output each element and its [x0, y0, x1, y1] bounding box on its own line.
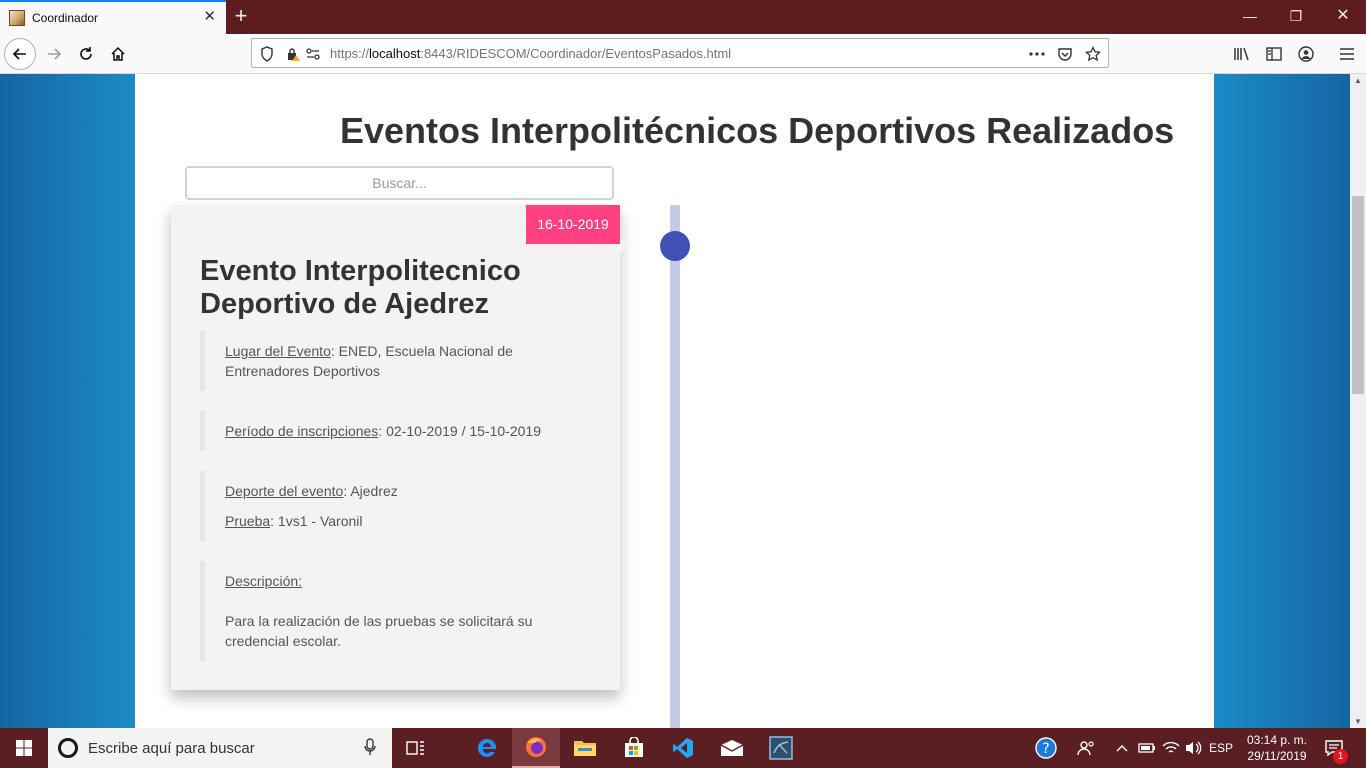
forward-button[interactable] [38, 38, 70, 70]
shield-icon[interactable] [258, 45, 276, 63]
more-icon[interactable] [1028, 45, 1046, 63]
tab-title: Coordinador [32, 11, 99, 25]
window-maximize-button[interactable]: ❐ [1273, 0, 1319, 32]
home-icon [111, 46, 125, 61]
clock-time: 03:14 p. m. [1246, 733, 1308, 747]
browser-tab-coordinador[interactable]: Coordinador ✕ [0, 0, 226, 34]
tab-close-icon[interactable]: ✕ [203, 9, 216, 25]
test-value: : 1vs1 - Varonil [270, 513, 363, 529]
mysql-workbench-icon [769, 736, 793, 760]
event-title: Evento Interpolitecnico Deportivo de Aje… [200, 255, 521, 320]
page-scrollbar[interactable]: ▲ ▼ [1350, 74, 1366, 728]
input-language[interactable]: ESP [1208, 738, 1234, 758]
back-button[interactable] [4, 38, 36, 70]
microphone-icon[interactable] [364, 738, 376, 761]
svg-text:?: ? [1042, 741, 1049, 757]
taskbar-store[interactable] [610, 728, 658, 768]
registration-label: Período de inscripciones [225, 423, 379, 439]
event-card: 16-10-2019 Evento Interpolitecnico Depor… [171, 205, 632, 690]
event-registration-block: Período de inscripciones: 02-10-2019 / 1… [200, 411, 600, 451]
reload-icon [80, 47, 92, 60]
notification-count-badge: 1 [1333, 749, 1348, 764]
battery-icon[interactable] [1138, 738, 1156, 758]
description-text: Para la realización de las pruebas se so… [225, 613, 533, 649]
taskbar-mysql-workbench[interactable] [757, 728, 805, 768]
windows-taskbar: Escribe aquí para buscar ? ESP 03:14 p. … [0, 728, 1366, 768]
task-view-icon [406, 741, 424, 755]
url-bar[interactable]: https://localhost:8443/RIDESCOM/Coordina… [251, 38, 1109, 68]
description-label: Descripción: [225, 573, 303, 589]
clock-date: 29/11/2019 [1247, 749, 1307, 763]
page-viewport: Eventos Interpolitécnicos Deportivos Rea… [0, 74, 1350, 728]
browser-toolbar: https://localhost:8443/RIDESCOM/Coordina… [0, 34, 1366, 74]
folder-icon [574, 741, 596, 756]
reload-button[interactable] [70, 38, 102, 70]
site-favicon-icon [9, 10, 25, 26]
taskbar-file-explorer[interactable] [561, 728, 609, 768]
permissions-icon[interactable] [304, 45, 322, 63]
scroll-down-arrow-icon[interactable]: ▼ [1354, 717, 1362, 726]
taskbar-search-placeholder: Escribe aquí para buscar [88, 740, 255, 757]
store-bag-icon [625, 737, 643, 757]
lock-warning-icon[interactable] [284, 45, 302, 63]
vscode-icon [673, 738, 693, 758]
taskbar-edge[interactable] [463, 728, 511, 768]
place-label: Lugar del Evento [225, 343, 331, 359]
bookmark-star-icon[interactable] [1084, 45, 1102, 63]
mail-icon [720, 740, 744, 756]
event-date-badge: 16-10-2019 [526, 205, 620, 244]
help-icon[interactable]: ? [1034, 737, 1058, 759]
card-arrow [620, 239, 632, 253]
library-icon[interactable] [1232, 44, 1252, 64]
people-icon[interactable] [1076, 738, 1096, 758]
taskbar-vscode[interactable] [659, 728, 707, 768]
window-close-button[interactable]: ✕ [1320, 0, 1366, 32]
page-title: Eventos Interpolitécnicos Deportivos Rea… [340, 110, 1175, 151]
event-sport-block: Deporte del evento: Ajedrez Prueba: 1vs1… [200, 471, 600, 541]
sport-label: Deporte del evento [225, 483, 344, 499]
event-place-block: Lugar del Evento: ENED, Escuela Nacional… [200, 331, 600, 391]
registration-value: : 02-10-2019 / 15-10-2019 [378, 423, 541, 439]
new-tab-button[interactable]: + [230, 4, 252, 28]
test-label: Prueba [225, 513, 271, 529]
taskbar-clock[interactable]: 03:14 p. m. 29/11/2019 [1237, 732, 1317, 764]
start-button[interactable] [0, 728, 48, 768]
timeline-line [670, 205, 680, 728]
scroll-up-arrow-icon[interactable]: ▲ [1354, 76, 1362, 85]
browser-tab-bar: Coordinador ✕ + — ❐ ✕ [0, 0, 1366, 34]
window-minimize-button[interactable]: — [1227, 0, 1273, 32]
sidebar-icon[interactable] [1264, 44, 1284, 64]
url-text[interactable]: https://localhost:8443/RIDESCOM/Coordina… [330, 46, 731, 61]
show-hidden-icons-chevron-icon[interactable] [1114, 738, 1130, 758]
search-input[interactable] [185, 166, 614, 200]
wifi-icon[interactable] [1162, 738, 1180, 758]
event-description-block: Descripción: Para la realización de las … [200, 561, 600, 661]
forward-icon [48, 48, 62, 60]
firefox-icon [526, 737, 546, 757]
volume-icon[interactable] [1184, 738, 1202, 758]
menu-icon[interactable] [1337, 44, 1357, 64]
task-view-button[interactable] [392, 728, 440, 768]
sport-value: : Ajedrez [343, 483, 398, 499]
taskbar-search-box[interactable]: Escribe aquí para buscar [48, 728, 392, 768]
timeline-dot [660, 231, 690, 261]
taskbar-firefox[interactable] [512, 728, 560, 768]
taskbar-mail[interactable] [708, 728, 756, 768]
scroll-thumb[interactable] [1352, 196, 1364, 394]
pocket-icon[interactable] [1056, 45, 1074, 63]
cortana-icon [58, 738, 78, 758]
windows-logo-icon [16, 740, 32, 756]
home-button[interactable] [102, 38, 134, 70]
edge-icon [477, 738, 497, 757]
back-icon [12, 48, 26, 60]
account-icon[interactable] [1296, 44, 1316, 64]
content-panel: Eventos Interpolitécnicos Deportivos Rea… [135, 74, 1214, 728]
